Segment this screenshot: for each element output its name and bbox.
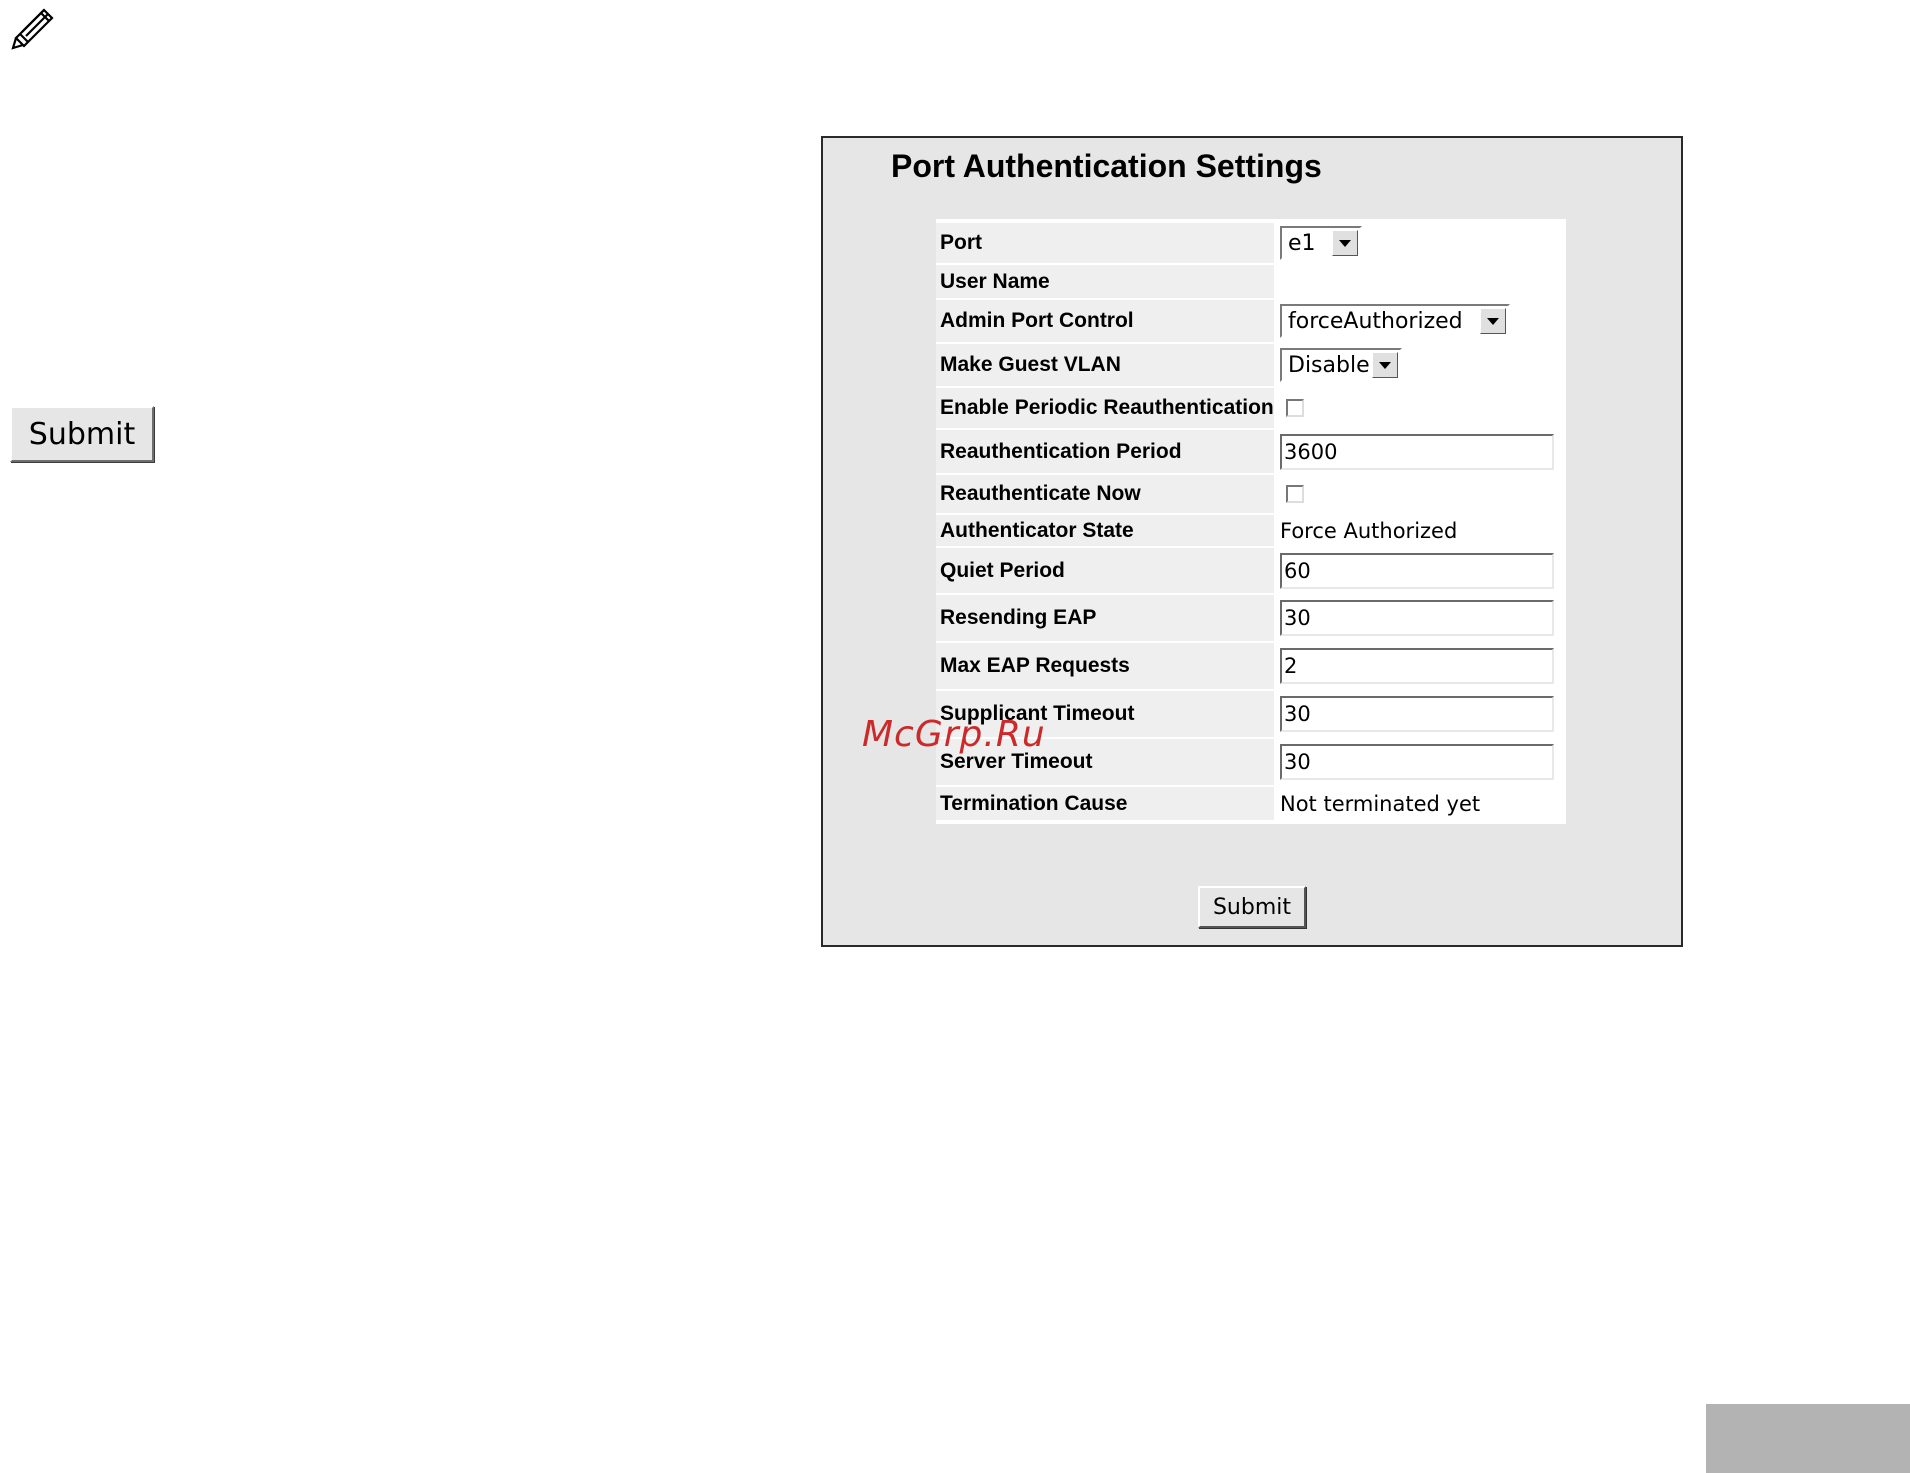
make-guest-vlan-label: Make Guest VLAN bbox=[936, 344, 1274, 386]
row-port: Port e1 bbox=[936, 223, 1566, 263]
max-eap-requests-label: Max EAP Requests bbox=[936, 643, 1274, 689]
page-title: Port Authentication Settings bbox=[891, 148, 1322, 184]
port-authentication-panel: Port Authentication Settings Port e1 Use… bbox=[821, 136, 1683, 947]
side-submit-button[interactable]: Submit bbox=[10, 406, 154, 462]
admin-port-control-select[interactable]: forceAuthorized bbox=[1280, 304, 1510, 338]
port-select[interactable]: e1 bbox=[1280, 226, 1362, 260]
row-reauth-period: Reauthentication Period 3600 bbox=[936, 430, 1566, 473]
port-label: Port bbox=[936, 223, 1274, 263]
reauth-period-input[interactable]: 3600 bbox=[1280, 433, 1554, 470]
supplicant-timeout-input[interactable]: 30 bbox=[1280, 696, 1554, 732]
make-guest-vlan-value: Disable bbox=[1288, 352, 1370, 378]
enable-periodic-reauth-label: Enable Periodic Reauthentication bbox=[936, 388, 1274, 428]
row-reauthenticate-now: Reauthenticate Now bbox=[936, 475, 1566, 513]
admin-port-control-value: forceAuthorized bbox=[1288, 308, 1463, 334]
row-user-name: User Name bbox=[936, 265, 1566, 298]
reauthenticate-now-checkbox[interactable] bbox=[1286, 485, 1304, 503]
row-authenticator-state: Authenticator State Force Authorized bbox=[936, 515, 1566, 546]
enable-periodic-reauth-checkbox[interactable] bbox=[1286, 399, 1304, 417]
port-select-value: e1 bbox=[1288, 230, 1316, 256]
chevron-down-icon[interactable] bbox=[1372, 352, 1398, 378]
quiet-period-input[interactable]: 60 bbox=[1280, 552, 1554, 589]
chevron-down-icon[interactable] bbox=[1480, 308, 1506, 334]
max-eap-requests-input[interactable]: 2 bbox=[1280, 648, 1554, 684]
row-resending-eap: Resending EAP 30 bbox=[936, 595, 1566, 641]
reauth-period-label: Reauthentication Period bbox=[936, 430, 1274, 473]
row-quiet-period: Quiet Period 60 bbox=[936, 548, 1566, 593]
resending-eap-input[interactable]: 30 bbox=[1280, 600, 1554, 636]
authenticator-state-label: Authenticator State bbox=[936, 515, 1274, 546]
row-max-eap-requests: Max EAP Requests 2 bbox=[936, 643, 1566, 689]
resending-eap-label: Resending EAP bbox=[936, 595, 1274, 641]
row-enable-periodic-reauth: Enable Periodic Reauthentication bbox=[936, 388, 1566, 428]
user-name-label: User Name bbox=[936, 265, 1274, 298]
authenticator-state-value: Force Authorized bbox=[1280, 518, 1458, 543]
chevron-down-icon[interactable] bbox=[1332, 230, 1358, 256]
termination-cause-value: Not terminated yet bbox=[1280, 791, 1481, 816]
page-corner-tab bbox=[1706, 1404, 1910, 1473]
server-timeout-input[interactable]: 30 bbox=[1280, 744, 1554, 780]
row-termination-cause: Termination Cause Not terminated yet bbox=[936, 787, 1566, 820]
admin-port-control-label: Admin Port Control bbox=[936, 300, 1274, 342]
reauthenticate-now-label: Reauthenticate Now bbox=[936, 475, 1274, 513]
pencil-icon bbox=[11, 8, 54, 50]
make-guest-vlan-select[interactable]: Disable bbox=[1280, 348, 1402, 382]
termination-cause-label: Termination Cause bbox=[936, 787, 1274, 820]
submit-button[interactable]: Submit bbox=[1198, 886, 1306, 928]
row-make-guest-vlan: Make Guest VLAN Disable bbox=[936, 344, 1566, 386]
quiet-period-label: Quiet Period bbox=[936, 548, 1274, 593]
row-admin-port-control: Admin Port Control forceAuthorized bbox=[936, 300, 1566, 342]
watermark: McGrp.Ru bbox=[862, 714, 1046, 755]
